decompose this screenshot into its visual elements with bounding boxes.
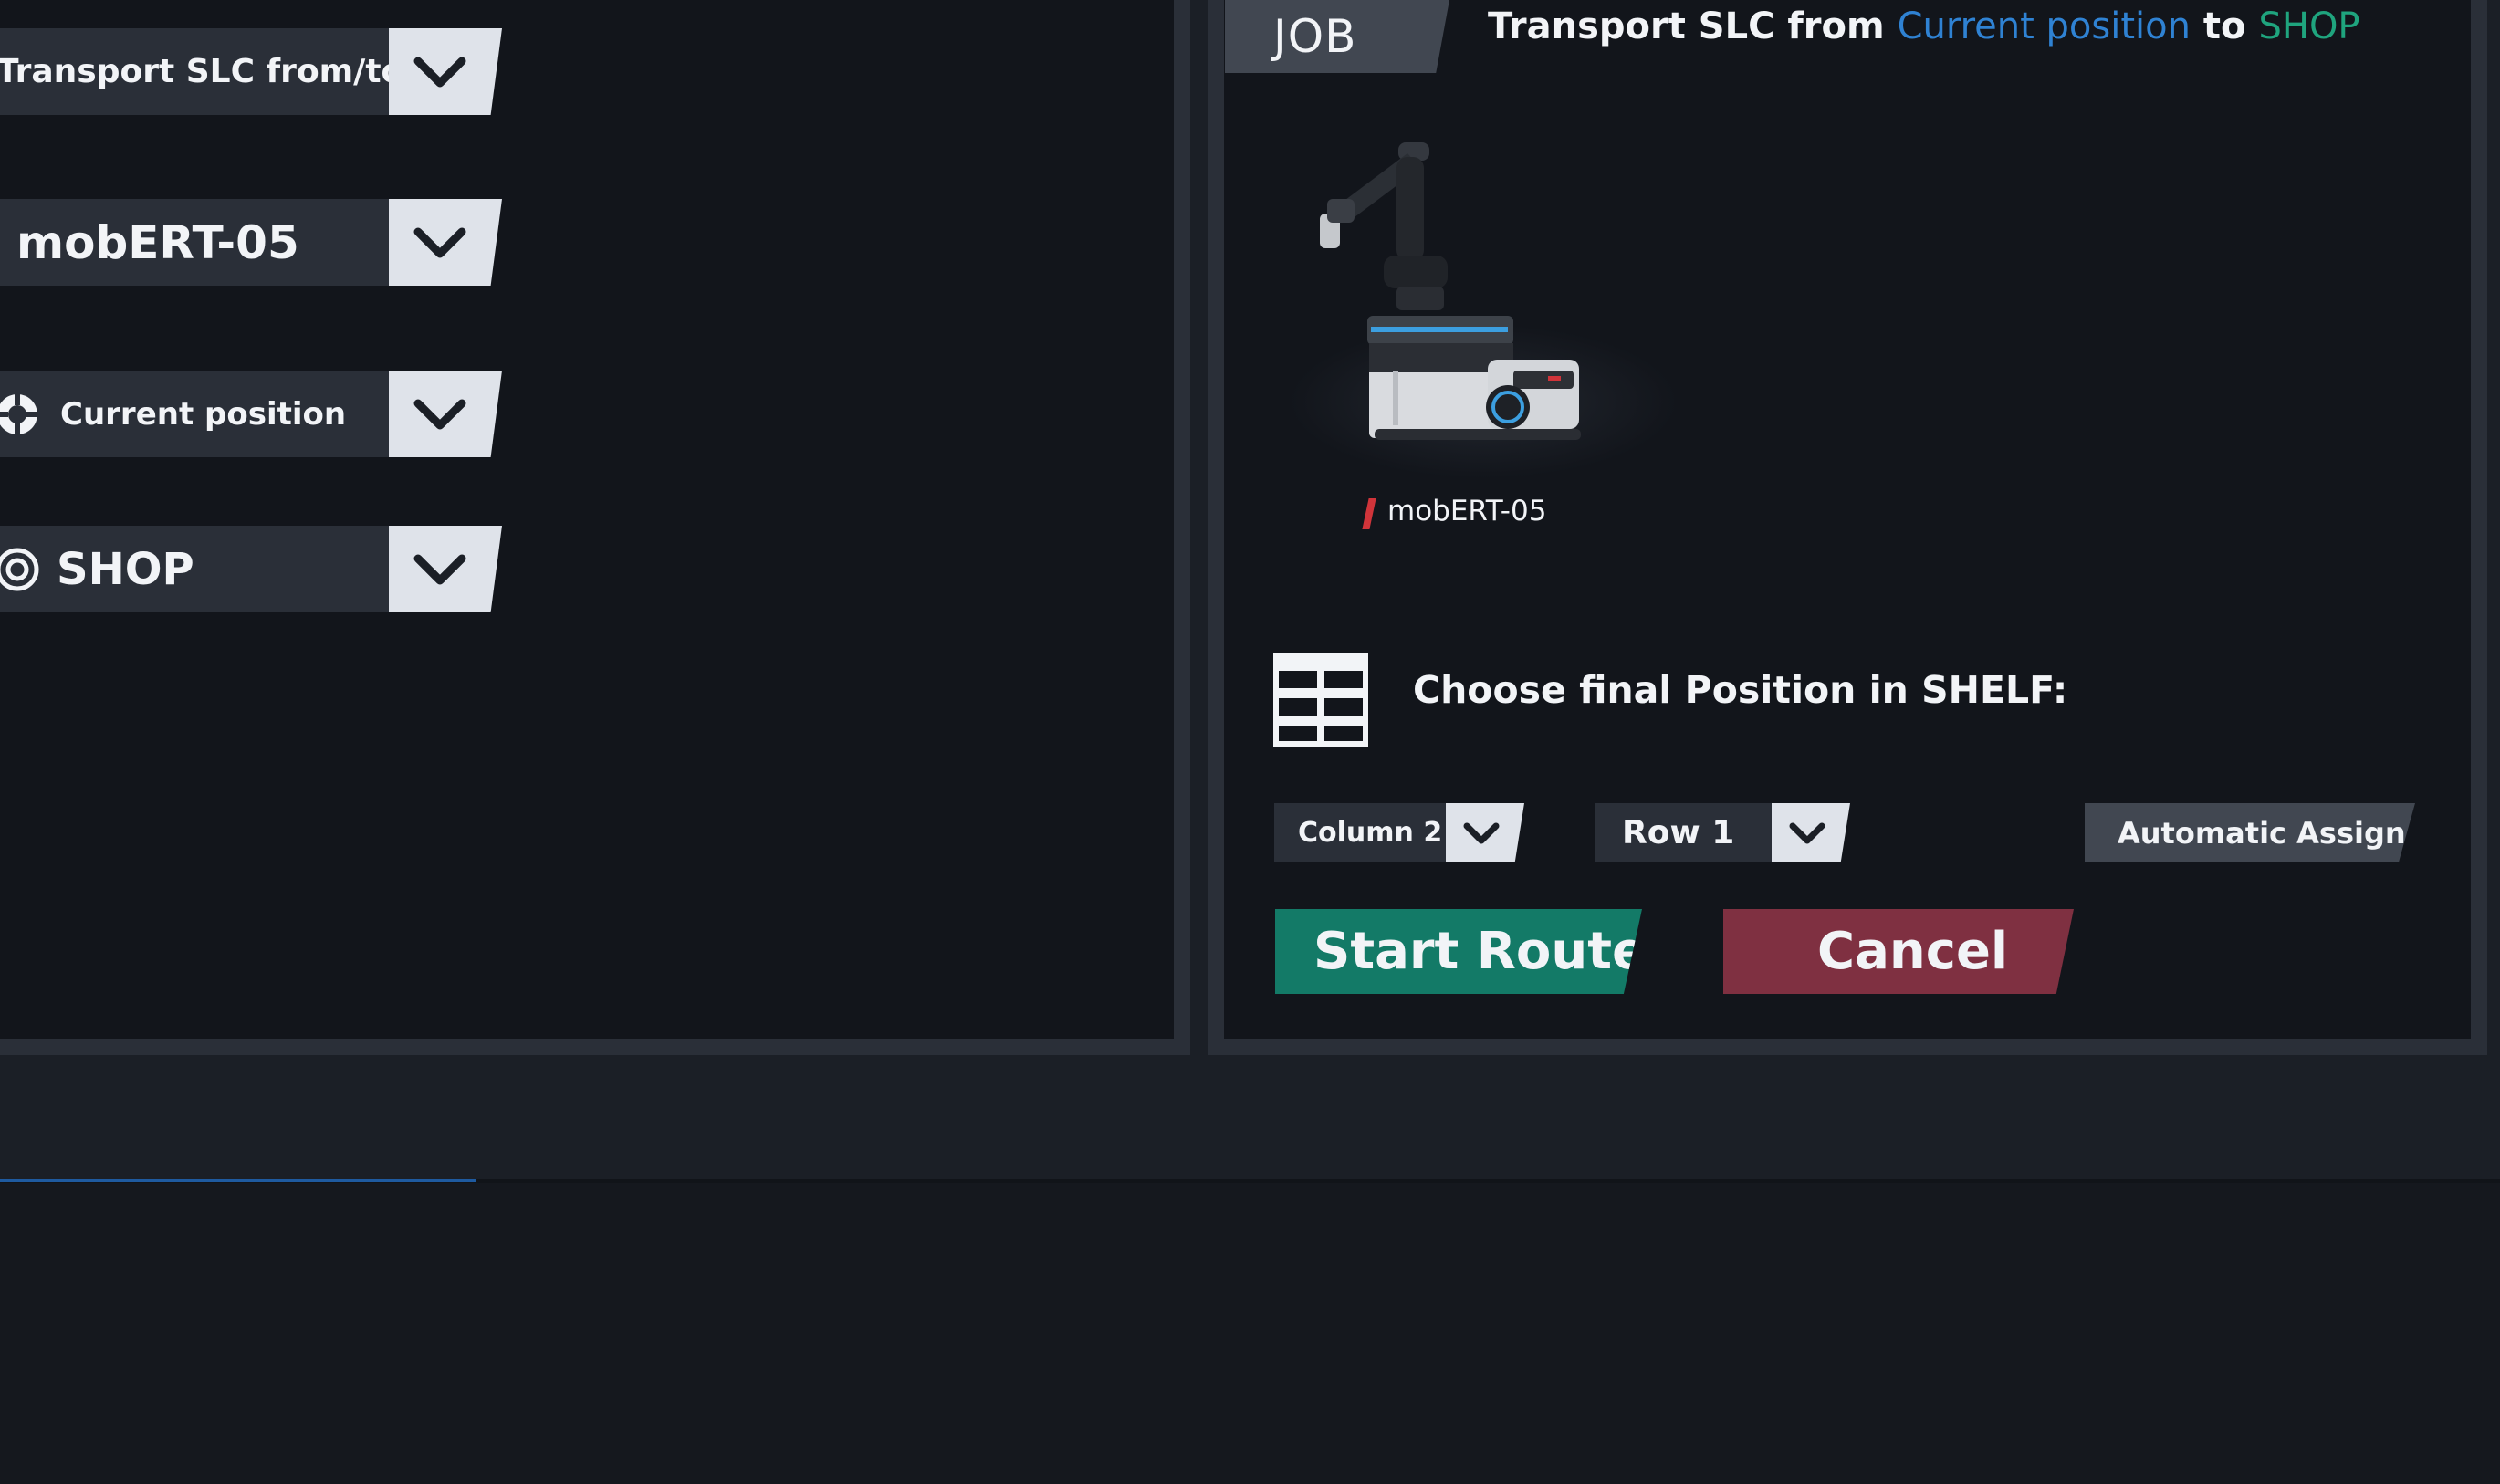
shelf-row-field[interactable]: Row 1 [1595, 803, 1772, 862]
to-location-dropdown-button[interactable] [389, 526, 502, 612]
job-title-from: Current position [1897, 5, 2191, 47]
shelf-column-dropdown-button[interactable] [1446, 803, 1524, 862]
job-tab-label: JOB [1273, 10, 1357, 63]
job-tab: JOB [1225, 0, 1449, 73]
robot-dropdown-button[interactable] [389, 199, 502, 286]
from-location-dropdown-button[interactable] [389, 371, 502, 457]
shelf-row-value: Row 1 [1622, 814, 1735, 852]
robot-name-label: mobERT-05 [1387, 495, 1547, 528]
shelf-position-prompt: Choose final Position in SHELF: [1413, 668, 2068, 712]
job-title: Transport SLC from Current position to S… [1488, 5, 2360, 47]
shelf-icon [1273, 653, 1368, 747]
robot-value: mobERT-05 [16, 215, 299, 269]
job-title-prefix: Transport SLC from [1488, 5, 1885, 47]
crosshair-icon [0, 391, 40, 437]
automatic-assign-label: Automatic Assign [2118, 815, 2406, 851]
to-location-field[interactable]: SHOP [0, 526, 389, 612]
cancel-label: Cancel [1817, 922, 2009, 981]
cancel-button[interactable]: Cancel [1723, 909, 2074, 994]
chevron-down-icon [413, 399, 466, 429]
bottom-strip [0, 1183, 2500, 1484]
chevron-down-icon [1789, 822, 1825, 843]
automatic-assign-button[interactable]: Automatic Assign [2085, 803, 2415, 862]
shelf-column-field[interactable]: Column 2 [1274, 803, 1446, 862]
chevron-down-icon [413, 57, 466, 87]
job-title-to: SHOP [2258, 5, 2360, 47]
shelf-row-dropdown-button[interactable] [1772, 803, 1850, 862]
chevron-down-icon [413, 554, 466, 584]
job-title-connector: to [2202, 5, 2246, 47]
chevron-down-icon [1463, 822, 1500, 843]
scroll-indicator [0, 1179, 476, 1182]
shelf-column-value: Column 2 [1298, 817, 1443, 849]
job-type-value: Transport SLC from/to [0, 53, 404, 90]
to-location-value: SHOP [57, 543, 194, 595]
robot-image [1320, 142, 1581, 440]
from-location-field[interactable]: Current position [0, 371, 389, 457]
start-route-label: Start Route [1313, 922, 1647, 981]
job-type-field[interactable]: Transport SLC from/to [0, 28, 403, 115]
job-type-dropdown-button[interactable] [389, 28, 502, 115]
target-icon [0, 548, 39, 590]
robot-field[interactable]: mobERT-05 [0, 199, 389, 286]
chevron-down-icon [413, 227, 466, 257]
start-route-button[interactable]: Start Route [1275, 909, 1642, 994]
from-location-value: Current position [60, 395, 347, 433]
